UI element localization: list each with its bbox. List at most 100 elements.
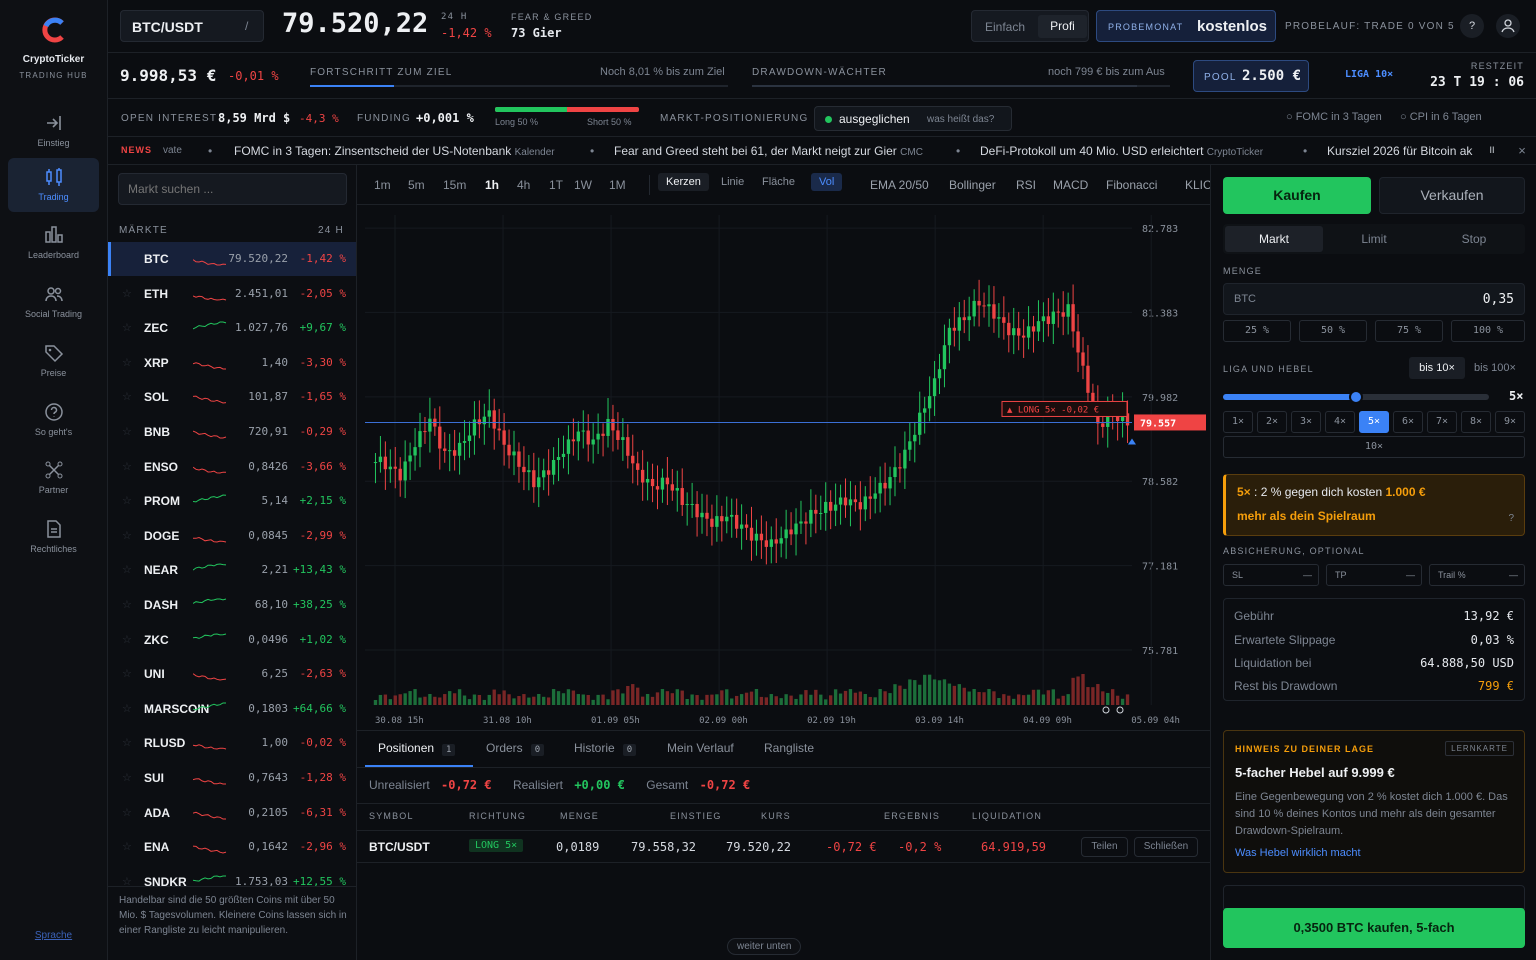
leverage-step-button[interactable]: 10× xyxy=(1223,436,1525,458)
pct-25-button[interactable]: 25 % xyxy=(1223,320,1291,342)
timeframe-1h[interactable]: 1h xyxy=(485,178,499,192)
favorite-star-icon[interactable]: ☆ xyxy=(122,736,132,749)
event-marker-icon[interactable] xyxy=(1102,706,1110,714)
tab-orders[interactable]: Orders 0 xyxy=(486,741,545,756)
market-row[interactable]: ☆ ENSO 0,8426 -3,66 % xyxy=(108,450,356,484)
tab-positionen[interactable]: Positionen 1 xyxy=(378,741,456,756)
hint-link[interactable]: Was Hebel wirklich macht xyxy=(1235,847,1361,859)
mode-pro-button[interactable]: Profi xyxy=(1038,15,1087,38)
tab-mein-verlauf[interactable]: Mein Verlauf xyxy=(667,741,734,755)
market-row[interactable]: ☆ ZEC 1.027,76 +9,67 % xyxy=(108,311,356,345)
scroll-hint[interactable]: weiter unten xyxy=(727,938,802,955)
order-type-stop[interactable]: Stop xyxy=(1425,226,1523,252)
leverage-step-button[interactable]: 6× xyxy=(1393,411,1423,433)
indicator-ema-20-50[interactable]: EMA 20/50 xyxy=(870,178,929,192)
market-row[interactable]: ☆ PROM 5,14 +2,15 % xyxy=(108,484,356,518)
pct-50-button[interactable]: 50 % xyxy=(1299,320,1367,342)
nav-so-gehts[interactable]: So geht's xyxy=(8,393,99,447)
favorite-star-icon[interactable]: ☆ xyxy=(122,806,132,819)
positioning-badge[interactable]: ausgeglichen was heißt das? xyxy=(814,106,1012,131)
favorite-star-icon[interactable]: ☆ xyxy=(122,425,132,438)
price-chart[interactable]: 82.783 81.383 79.982 78.582 77.181 75.781 30.0… xyxy=(357,205,1210,730)
user-icon[interactable] xyxy=(1496,14,1520,38)
favorite-star-icon[interactable]: ☆ xyxy=(122,460,132,473)
favorite-star-icon[interactable]: ☆ xyxy=(122,390,132,403)
warning-help-icon[interactable]: ? xyxy=(1508,513,1514,524)
language-link[interactable]: Sprache xyxy=(0,930,107,941)
market-row[interactable]: ☆ ADA 0,2105 -6,31 % xyxy=(108,796,356,830)
order-type-limit[interactable]: Limit xyxy=(1325,226,1423,252)
nav-einstieg[interactable]: Einstieg xyxy=(8,104,99,158)
market-row[interactable]: ☆ XRP 1,40 -3,30 % xyxy=(108,346,356,380)
indicator-macd[interactable]: MACD xyxy=(1053,178,1088,192)
nav-trading[interactable]: Trading xyxy=(8,158,99,212)
close-news-button[interactable]: × xyxy=(1510,137,1534,164)
promo-button[interactable]: PROBEMONAT kostenlos xyxy=(1096,10,1276,42)
leverage-step-button[interactable]: 9× xyxy=(1495,411,1525,433)
market-row[interactable]: BTC 79.520,22 -1,42 % xyxy=(108,242,356,276)
buy-tab[interactable]: Kaufen xyxy=(1223,177,1371,214)
indicator-rsi[interactable]: RSI xyxy=(1016,178,1036,192)
pause-button[interactable]: II xyxy=(1480,137,1504,164)
order-type-market[interactable]: Markt xyxy=(1225,226,1323,252)
leverage-step-button[interactable]: 4× xyxy=(1325,411,1355,433)
favorite-star-icon[interactable]: ☆ xyxy=(122,287,132,300)
timeframe-1T[interactable]: 1T xyxy=(549,178,563,192)
sell-tab[interactable]: Verkaufen xyxy=(1379,177,1525,214)
tab-historie[interactable]: Historie 0 xyxy=(574,741,637,756)
news-item[interactable]: Kursziel 2026 für Bitcoin ak xyxy=(1327,144,1477,158)
favorite-star-icon[interactable]: ☆ xyxy=(122,771,132,784)
timeframe-1W[interactable]: 1W xyxy=(574,178,592,192)
nav-leaderboard[interactable]: Leaderboard xyxy=(8,216,99,270)
pct-100-button[interactable]: 100 % xyxy=(1451,320,1525,342)
news-item[interactable]: DeFi-Protokoll um 40 Mio. USD erleichter… xyxy=(980,144,1263,158)
favorite-star-icon[interactable]: ☆ xyxy=(122,702,132,715)
news-item[interactable]: FOMC in 3 Tagen: Zinsentscheid der US-No… xyxy=(234,144,555,158)
tab-rangliste[interactable]: Rangliste xyxy=(764,741,814,755)
timeframe-15m[interactable]: 15m xyxy=(443,178,466,192)
indicator-bollinger[interactable]: Bollinger xyxy=(949,178,996,192)
chart-type-linie[interactable]: Linie xyxy=(713,173,752,191)
chart-type-kerzen[interactable]: Kerzen xyxy=(658,173,709,191)
sl-input[interactable]: SL — xyxy=(1223,564,1319,586)
leverage-step-button[interactable]: 5× xyxy=(1359,411,1389,433)
timeframe-4h[interactable]: 4h xyxy=(517,178,530,192)
chart-type-vol[interactable]: Vol xyxy=(811,173,843,191)
favorite-star-icon[interactable]: ☆ xyxy=(122,667,132,680)
pct-75-button[interactable]: 75 % xyxy=(1375,320,1443,342)
market-row[interactable]: ☆ RLUSD 1,00 -0,02 % xyxy=(108,726,356,760)
leverage-slider-handle[interactable] xyxy=(1349,390,1363,404)
favorite-star-icon[interactable]: ☆ xyxy=(122,321,132,334)
league-100x-option[interactable]: bis 100× xyxy=(1467,357,1523,379)
market-row[interactable]: ☆ BNB 720,91 -0,29 % xyxy=(108,415,356,449)
leverage-step-button[interactable]: 8× xyxy=(1461,411,1491,433)
market-row[interactable]: ☆ MARSCOIN 0,1803 +64,66 % xyxy=(108,692,356,726)
nav-social-trading[interactable]: Social Trading xyxy=(8,275,99,329)
tp-input[interactable]: TP — xyxy=(1326,564,1422,586)
timeframe-1m[interactable]: 1m xyxy=(374,178,391,192)
leverage-step-button[interactable]: 7× xyxy=(1427,411,1457,433)
news-item[interactable]: Fear and Greed steht bei 61, der Markt n… xyxy=(614,144,923,158)
nav-rechtliches[interactable]: Rechtliches xyxy=(8,510,99,564)
market-row[interactable]: ☆ NEAR 2,21 +13,43 % xyxy=(108,553,356,587)
market-row[interactable]: ☆ UNI 6,25 -2,63 % xyxy=(108,657,356,691)
nav-preise[interactable]: Preise xyxy=(8,334,99,388)
leverage-step-button[interactable]: 2× xyxy=(1257,411,1287,433)
indicator-fibonacci[interactable]: Fibonacci xyxy=(1106,178,1157,192)
submit-order-button[interactable]: 0,3500 BTC kaufen, 5-fach xyxy=(1223,908,1525,948)
market-row[interactable]: ☆ SNDKR 1.753,03 +12,55 % xyxy=(108,865,356,887)
qty-input[interactable]: BTC 0,35 xyxy=(1223,283,1525,315)
favorite-star-icon[interactable]: ☆ xyxy=(122,633,132,646)
help-button[interactable]: ? xyxy=(1460,14,1484,38)
leverage-step-button[interactable]: 3× xyxy=(1291,411,1321,433)
nav-partner[interactable]: Partner xyxy=(8,451,99,505)
market-row[interactable]: ☆ DOGE 0,0845 -2,99 % xyxy=(108,519,356,553)
market-row[interactable]: ☆ ENA 0,1642 -2,96 % xyxy=(108,830,356,864)
position-row[interactable]: BTC/USDT LONG 5× 0,0189 79.558,32 79.520… xyxy=(357,831,1210,863)
market-search-input[interactable] xyxy=(118,173,347,205)
league-10x-option[interactable]: bis 10× xyxy=(1409,357,1465,379)
market-row[interactable]: ☆ SOL 101,87 -1,65 % xyxy=(108,380,356,414)
favorite-star-icon[interactable]: ☆ xyxy=(122,598,132,611)
indicator-klic[interactable]: KLIC xyxy=(1185,178,1210,192)
favorite-star-icon[interactable]: ☆ xyxy=(122,494,132,507)
